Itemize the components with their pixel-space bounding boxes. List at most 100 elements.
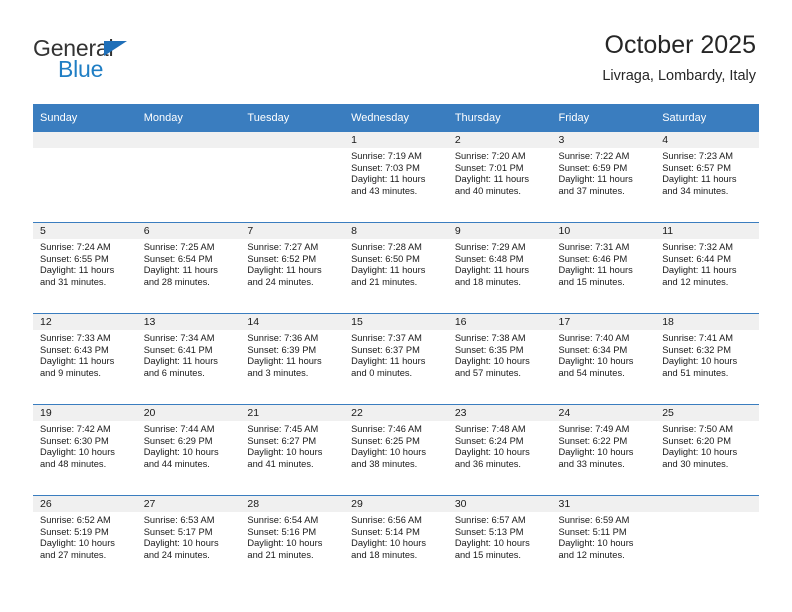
calendar-cell-day[interactable]: 1 Sunrise: 7:19 AM Sunset: 7:03 PM Daylight…: [344, 132, 448, 223]
day-detail-daylight-line1: Daylight: 10 hours: [351, 447, 427, 458]
calendar-cell-day[interactable]: 9 Sunrise: 7:29 AM Sunset: 6:48 PM Daylight…: [447, 222, 552, 314]
weekday-header-wednesday: Wednesday: [344, 104, 448, 132]
calendar-body: 1 Sunrise: 7:19 AM Sunset: 7:03 PM Daylight…: [33, 132, 759, 586]
day-detail-sunrise: Sunrise: 7:34 AM: [143, 333, 215, 343]
calendar-cell-empty: [240, 132, 345, 223]
day-detail-daylight-line2: and 51 minutes.: [662, 367, 729, 378]
calendar-cell-day[interactable]: 20 Sunrise: 7:44 AM Sunset: 6:29 PM Dayligh…: [136, 404, 241, 496]
calendar-cell-day[interactable]: 18 Sunrise: 7:41 AM Sunset: 6:32 PM Dayligh…: [655, 313, 759, 405]
general-blue-logo[interactable]: General Blue: [33, 36, 233, 88]
day-detail-sunrise: Sunrise: 7:25 AM: [143, 242, 215, 252]
day-details: Sunrise: 7:24 AM Sunset: 6:55 PM Daylight:…: [33, 239, 137, 288]
calendar-cell-inner: 3 Sunrise: 7:22 AM Sunset: 6:59 PM Daylight…: [551, 132, 656, 222]
day-detail-daylight-line2: and 18 minutes.: [351, 549, 418, 560]
calendar-cell-day[interactable]: 21 Sunrise: 7:45 AM Sunset: 6:27 PM Dayligh…: [240, 404, 345, 496]
calendar-cell-day[interactable]: 25 Sunrise: 7:50 AM Sunset: 6:20 PM Dayligh…: [655, 404, 759, 496]
calendar-cell-inner: 24 Sunrise: 7:49 AM Sunset: 6:22 PM Dayligh…: [551, 405, 656, 495]
day-detail-daylight-line2: and 30 minutes.: [662, 458, 729, 469]
day-detail-sunset: Sunset: 6:22 PM: [558, 435, 628, 446]
calendar-cell-day[interactable]: 13 Sunrise: 7:34 AM Sunset: 6:41 PM Dayligh…: [136, 313, 241, 405]
day-detail-daylight-line1: Daylight: 10 hours: [247, 447, 323, 458]
day-details: Sunrise: 6:59 AM Sunset: 5:11 PM Daylight:…: [552, 512, 656, 561]
calendar-table: Sunday Monday Tuesday Wednesday Thursday…: [33, 104, 759, 586]
calendar-cell-day[interactable]: 5 Sunrise: 7:24 AM Sunset: 6:55 PM Daylight…: [33, 222, 137, 314]
calendar-cell-day[interactable]: 28 Sunrise: 6:54 AM Sunset: 5:16 PM Dayligh…: [240, 495, 345, 586]
calendar-cell-day[interactable]: 4 Sunrise: 7:23 AM Sunset: 6:57 PM Daylight…: [655, 132, 759, 223]
day-detail-daylight-line2: and 44 minutes.: [143, 458, 210, 469]
day-details: Sunrise: 6:52 AM Sunset: 5:19 PM Daylight:…: [33, 512, 137, 561]
calendar-cell-day[interactable]: 10 Sunrise: 7:31 AM Sunset: 6:46 PM Dayligh…: [551, 222, 656, 314]
calendar-cell-day[interactable]: 27 Sunrise: 6:53 AM Sunset: 5:17 PM Dayligh…: [136, 495, 241, 586]
day-detail-sunset: Sunset: 5:17 PM: [143, 526, 213, 537]
day-details: Sunrise: 7:29 AM Sunset: 6:48 PM Daylight:…: [448, 239, 552, 288]
day-details: Sunrise: 7:42 AM Sunset: 6:30 PM Daylight:…: [33, 421, 137, 470]
calendar-cell-inner: 4 Sunrise: 7:23 AM Sunset: 6:57 PM Daylight…: [655, 132, 759, 222]
day-detail-daylight-line1: Daylight: 11 hours: [662, 265, 737, 276]
day-details: Sunrise: 7:36 AM Sunset: 6:39 PM Daylight:…: [240, 330, 344, 379]
calendar-cell-day[interactable]: 29 Sunrise: 6:56 AM Sunset: 5:14 PM Dayligh…: [344, 495, 448, 586]
day-details: [240, 148, 344, 151]
calendar-cell-day[interactable]: 8 Sunrise: 7:28 AM Sunset: 6:50 PM Daylight…: [344, 222, 448, 314]
calendar-cell-day[interactable]: 17 Sunrise: 7:40 AM Sunset: 6:34 PM Dayligh…: [551, 313, 656, 405]
day-detail-sunrise: Sunrise: 7:32 AM: [662, 242, 734, 252]
calendar-cell-day[interactable]: 3 Sunrise: 7:22 AM Sunset: 6:59 PM Daylight…: [551, 132, 656, 223]
day-number: [136, 132, 241, 148]
calendar-cell-day[interactable]: 22 Sunrise: 7:46 AM Sunset: 6:25 PM Dayligh…: [344, 404, 448, 496]
day-number: 20: [136, 405, 241, 421]
calendar-cell-day[interactable]: 6 Sunrise: 7:25 AM Sunset: 6:54 PM Daylight…: [136, 222, 241, 314]
day-detail-daylight-line2: and 9 minutes.: [40, 367, 101, 378]
calendar-cell-inner: 31 Sunrise: 6:59 AM Sunset: 5:11 PM Dayligh…: [551, 496, 656, 586]
calendar-cell-day[interactable]: 24 Sunrise: 7:49 AM Sunset: 6:22 PM Dayligh…: [551, 404, 656, 496]
calendar-cell-day[interactable]: 16 Sunrise: 7:38 AM Sunset: 6:35 PM Dayligh…: [447, 313, 552, 405]
day-detail-sunset: Sunset: 6:39 PM: [247, 344, 317, 355]
day-detail-sunrise: Sunrise: 7:46 AM: [351, 424, 422, 434]
day-detail-daylight-line2: and 3 minutes.: [247, 367, 309, 378]
day-details: Sunrise: 7:31 AM Sunset: 6:46 PM Daylight:…: [552, 239, 656, 288]
day-detail-daylight-line1: Daylight: 10 hours: [40, 447, 115, 458]
day-detail-daylight-line2: and 12 minutes.: [558, 549, 625, 560]
day-detail-daylight-line1: Daylight: 10 hours: [662, 356, 738, 367]
day-detail-daylight-line2: and 0 minutes.: [351, 367, 413, 378]
day-details: Sunrise: 7:49 AM Sunset: 6:22 PM Daylight:…: [552, 421, 656, 470]
day-number: 9: [447, 223, 552, 239]
day-detail-daylight-line1: Daylight: 11 hours: [40, 356, 115, 367]
calendar-cell-day[interactable]: 30 Sunrise: 6:57 AM Sunset: 5:13 PM Dayligh…: [447, 495, 552, 586]
day-details: Sunrise: 6:54 AM Sunset: 5:16 PM Daylight:…: [240, 512, 344, 561]
day-detail-sunrise: Sunrise: 7:38 AM: [454, 333, 526, 343]
calendar-cell-day[interactable]: 31 Sunrise: 6:59 AM Sunset: 5:11 PM Dayligh…: [551, 495, 656, 586]
calendar-cell-day[interactable]: 12 Sunrise: 7:33 AM Sunset: 6:43 PM Dayligh…: [33, 313, 137, 405]
day-detail-sunset: Sunset: 6:48 PM: [454, 253, 524, 264]
day-detail-daylight-line2: and 12 minutes.: [662, 276, 729, 287]
day-details: Sunrise: 7:20 AM Sunset: 7:01 PM Daylight:…: [448, 148, 552, 197]
calendar-cell-day[interactable]: 26 Sunrise: 6:52 AM Sunset: 5:19 PM Dayligh…: [33, 495, 137, 586]
day-detail-sunset: Sunset: 5:16 PM: [247, 526, 317, 537]
day-details: [137, 148, 241, 151]
calendar-cell-day[interactable]: 7 Sunrise: 7:27 AM Sunset: 6:52 PM Daylight…: [240, 222, 345, 314]
day-detail-daylight-line2: and 36 minutes.: [454, 458, 521, 469]
calendar-cell-inner: [240, 132, 345, 222]
day-detail-sunrise: Sunrise: 7:48 AM: [454, 424, 526, 434]
day-detail-sunrise: Sunrise: 7:20 AM: [454, 151, 526, 161]
day-details: Sunrise: 7:32 AM Sunset: 6:44 PM Daylight:…: [655, 239, 759, 288]
day-details: Sunrise: 7:41 AM Sunset: 6:32 PM Daylight:…: [655, 330, 759, 379]
calendar-cell-day[interactable]: 15 Sunrise: 7:37 AM Sunset: 6:37 PM Dayligh…: [344, 313, 448, 405]
day-number: 19: [33, 405, 137, 421]
calendar-cell-inner: 15 Sunrise: 7:37 AM Sunset: 6:37 PM Dayligh…: [344, 314, 448, 404]
day-number: [33, 132, 137, 148]
calendar-cell-inner: 20 Sunrise: 7:44 AM Sunset: 6:29 PM Dayligh…: [136, 405, 241, 495]
calendar-cell-day[interactable]: 11 Sunrise: 7:32 AM Sunset: 6:44 PM Dayligh…: [655, 222, 759, 314]
calendar-cell-day[interactable]: 19 Sunrise: 7:42 AM Sunset: 6:30 PM Dayligh…: [33, 404, 137, 496]
day-detail-sunrise: Sunrise: 6:52 AM: [40, 515, 111, 525]
calendar-cell-day[interactable]: 14 Sunrise: 7:36 AM Sunset: 6:39 PM Dayligh…: [240, 313, 345, 405]
day-number: 26: [33, 496, 137, 512]
day-detail-daylight-line2: and 54 minutes.: [558, 367, 625, 378]
day-detail-sunset: Sunset: 5:11 PM: [558, 526, 627, 537]
calendar-cell-inner: 2 Sunrise: 7:20 AM Sunset: 7:01 PM Daylight…: [447, 132, 552, 222]
calendar-cell-day[interactable]: 2 Sunrise: 7:20 AM Sunset: 7:01 PM Daylight…: [447, 132, 552, 223]
day-details: Sunrise: 6:57 AM Sunset: 5:13 PM Daylight:…: [448, 512, 552, 561]
day-detail-sunrise: Sunrise: 7:33 AM: [40, 333, 111, 343]
day-detail-sunset: Sunset: 6:57 PM: [662, 162, 731, 173]
day-number: 1: [344, 132, 448, 148]
calendar-cell-day[interactable]: 23 Sunrise: 7:48 AM Sunset: 6:24 PM Dayligh…: [447, 404, 552, 496]
day-detail-daylight-line1: Daylight: 10 hours: [662, 447, 738, 458]
